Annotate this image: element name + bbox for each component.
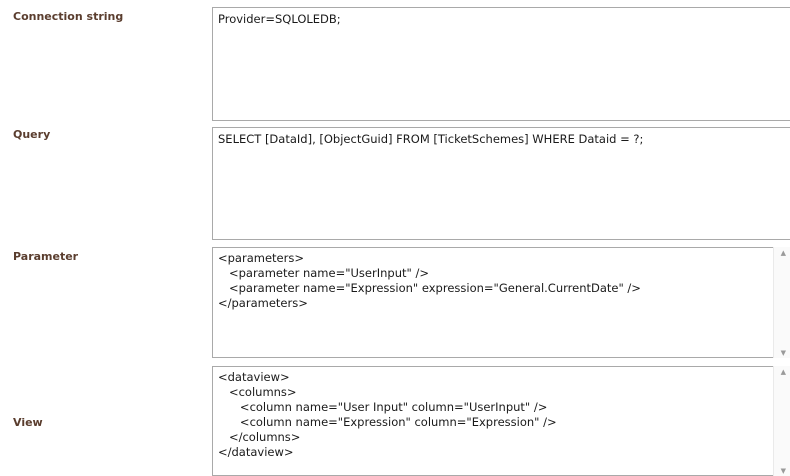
scroll-down-arrow-icon[interactable]: ▼ (781, 349, 786, 357)
query-label: Query (13, 128, 51, 141)
parameter-label: Parameter (13, 250, 79, 263)
parameter-scrollbar[interactable]: ▲ ▼ (773, 247, 790, 358)
scroll-down-arrow-icon[interactable]: ▼ (781, 467, 786, 475)
view-editor: <dataview> <columns> <column name="User … (212, 366, 790, 476)
connection-string-label: Connection string (13, 10, 124, 23)
view-input[interactable]: <dataview> <columns> <column name="User … (212, 366, 790, 476)
scroll-up-arrow-icon[interactable]: ▲ (781, 368, 786, 376)
parameter-editor: <parameters> <parameter name="UserInput"… (212, 247, 790, 358)
connection-string-input[interactable]: Provider=SQLOLEDB; (212, 7, 790, 121)
query-input[interactable]: SELECT [DataId], [ObjectGuid] FROM [Tick… (212, 127, 790, 240)
view-scrollbar[interactable]: ▲ ▼ (773, 366, 790, 476)
view-label: View (13, 416, 43, 429)
parameter-input[interactable]: <parameters> <parameter name="UserInput"… (212, 247, 790, 358)
scroll-up-arrow-icon[interactable]: ▲ (781, 249, 786, 257)
